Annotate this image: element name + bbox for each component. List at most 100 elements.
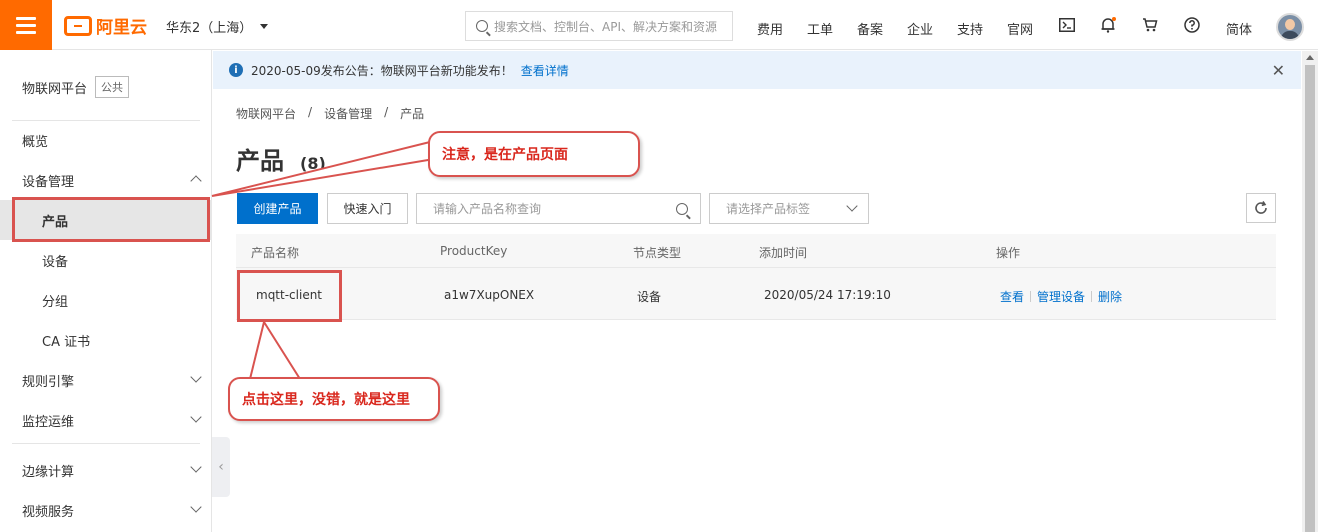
products-menu-highlight (12, 197, 210, 242)
product-name-highlight (237, 270, 342, 322)
aliyun-logo[interactable]: 阿里云 (64, 13, 147, 38)
scroll-thumb[interactable] (1305, 65, 1315, 532)
node-type: 设备 (637, 290, 662, 304)
caret-down-icon (260, 24, 269, 29)
sidebar-collapse-handle[interactable]: ‹ (212, 437, 230, 497)
nav-link-official-site[interactable]: 官网 (1007, 19, 1033, 38)
search-icon (476, 20, 488, 32)
search-icon[interactable] (676, 203, 688, 215)
product-tag-select[interactable]: 请选择产品标签 (709, 193, 869, 224)
nav-link-fees[interactable]: 费用 (757, 19, 783, 38)
sidebar-item-label: 规则引擎 (22, 374, 75, 390)
scroll-up-icon[interactable] (1306, 55, 1314, 60)
announcement-details-link[interactable]: 查看详情 (521, 62, 569, 79)
sidebar-item-groups[interactable]: 分组 (0, 280, 212, 320)
sidebar-item-overview[interactable]: 概览 (0, 120, 212, 160)
breadcrumb-separator: / (308, 105, 313, 119)
chevron-left-icon: ‹ (218, 459, 224, 475)
product-search-input[interactable]: 请输入产品名称查询 (416, 193, 701, 224)
action-separator (1091, 291, 1093, 302)
view-link[interactable]: 查看 (1000, 288, 1024, 305)
refresh-icon (1255, 201, 1267, 214)
language-switch[interactable]: 简体 (1226, 19, 1252, 38)
global-search-placeholder: 搜索文档、控制台、API、解决方案和资源 (494, 19, 717, 34)
top-navigation-bar: 阿里云 华东2（上海） 搜索文档、控制台、API、解决方案和资源 费用 工单 备… (0, 0, 1318, 50)
sidebar-item-label: 边缘计算 (22, 464, 75, 480)
column-header-actions: 操作 (996, 246, 1021, 260)
breadcrumb: 物联网平台 / 设备管理 / 产品 (236, 105, 424, 122)
sidebar-item-label: CA 证书 (42, 334, 91, 350)
close-icon[interactable]: ✕ (1272, 61, 1285, 80)
product-tag-placeholder: 请选择产品标签 (726, 202, 811, 216)
table-header: 产品名称 ProductKey 节点类型 添加时间 操作 (236, 234, 1276, 268)
page-title: 产品 (8) (236, 141, 326, 176)
breadcrumb-separator: / (384, 105, 389, 119)
chevron-down-icon (190, 371, 202, 383)
chevron-down-icon (190, 411, 202, 423)
delete-link[interactable]: 删除 (1098, 288, 1122, 305)
page-title-text: 产品 (236, 147, 284, 175)
announcement-text: 2020-05-09发布公告：物联网平台新功能发布！ (251, 63, 513, 78)
nav-link-enterprise[interactable]: 企业 (907, 19, 933, 38)
menu-icon[interactable] (0, 0, 52, 50)
sidebar-header: 物联网平台 公共 (22, 76, 130, 98)
column-header-created: 添加时间 (759, 246, 808, 260)
sidebar-item-device-management[interactable]: 设备管理 (0, 160, 212, 200)
sidebar-item-rule-engine[interactable]: 规则引擎 (0, 360, 212, 400)
chevron-up-icon (190, 175, 202, 187)
column-header-productkey: ProductKey (440, 244, 508, 258)
announcement-banner: i 2020-05-09发布公告：物联网平台新功能发布！ 查看详情 ✕ (213, 51, 1301, 89)
sidebar-item-label: 概览 (22, 134, 49, 150)
sidebar-item-edge-computing[interactable]: 边缘计算 (0, 450, 212, 490)
product-key: a1w7XupONEX (444, 288, 535, 302)
sidebar: 物联网平台 公共 概览 设备管理 产品 设备 分组 CA 证书 规则引擎 监控运… (0, 50, 212, 532)
scrollbar[interactable] (1302, 51, 1318, 532)
sidebar-item-label: 设备管理 (22, 174, 75, 190)
breadcrumb-products: 产品 (400, 107, 425, 121)
chevron-down-icon (846, 200, 858, 212)
column-header-name: 产品名称 (251, 246, 300, 260)
nav-link-filing[interactable]: 备案 (857, 19, 883, 38)
table-row: mqtt-client a1w7XupONEX 设备 2020/05/24 17… (236, 268, 1276, 320)
aliyun-logo-mark (64, 15, 92, 36)
chevron-down-icon (190, 501, 202, 513)
global-search-input[interactable]: 搜索文档、控制台、API、解决方案和资源 (465, 11, 733, 41)
breadcrumb-iot-platform[interactable]: 物联网平台 (236, 105, 296, 122)
region-selector[interactable]: 华东2（上海） (166, 17, 269, 36)
product-search-placeholder: 请输入产品名称查询 (433, 202, 542, 216)
row-actions: 查看 管理设备 删除 (1000, 288, 1122, 305)
public-tag: 公共 (95, 76, 130, 98)
sidebar-title: 物联网平台 (22, 81, 88, 97)
callout-note-product-page: 注意，是在产品页面 (428, 131, 640, 177)
breadcrumb-device-management[interactable]: 设备管理 (324, 105, 372, 122)
avatar[interactable] (1276, 13, 1304, 41)
create-product-button[interactable]: 创建产品 (237, 193, 318, 224)
product-count: (8) (300, 154, 326, 173)
sidebar-item-label: 视频服务 (22, 504, 75, 520)
refresh-button[interactable] (1246, 193, 1276, 223)
chevron-down-icon (190, 461, 202, 473)
sidebar-item-monitoring[interactable]: 监控运维 (0, 400, 212, 440)
logo-text: 阿里云 (96, 18, 147, 38)
column-header-node-type: 节点类型 (633, 246, 682, 260)
callout-click-here: 点击这里，没错，就是这里 (228, 377, 440, 421)
action-separator (1030, 291, 1032, 302)
sidebar-item-video-service[interactable]: 视频服务 (0, 490, 212, 530)
sidebar-item-label: 设备 (42, 254, 69, 270)
help-icon[interactable] (1182, 15, 1202, 35)
nav-link-tickets[interactable]: 工单 (807, 19, 833, 38)
terminal-icon[interactable] (1057, 15, 1077, 35)
quick-start-button[interactable]: 快速入门 (327, 193, 408, 224)
sidebar-item-label: 监控运维 (22, 414, 75, 430)
sidebar-item-devices[interactable]: 设备 (0, 240, 212, 280)
nav-link-support[interactable]: 支持 (957, 19, 983, 38)
created-time: 2020/05/24 17:19:10 (764, 288, 891, 302)
region-label: 华东2（上海） (166, 21, 253, 36)
sidebar-item-label: 分组 (42, 294, 69, 310)
cart-icon[interactable] (1140, 15, 1160, 35)
manage-devices-link[interactable]: 管理设备 (1037, 288, 1085, 305)
bell-icon[interactable] (1098, 15, 1118, 35)
sidebar-item-ca-certificate[interactable]: CA 证书 (0, 320, 212, 360)
info-icon: i (229, 63, 243, 77)
sidebar-divider (12, 443, 200, 444)
